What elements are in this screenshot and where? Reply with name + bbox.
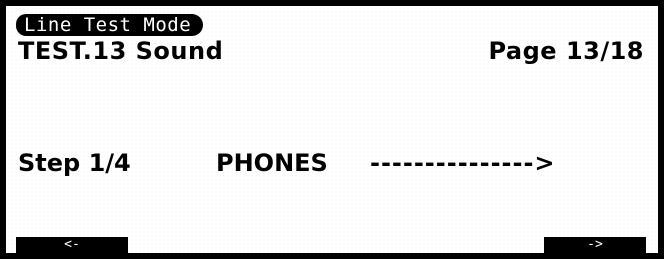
mode-badge: Line Test Mode — [16, 14, 204, 36]
step-row: Step 1/4 PHONES ---------------> — [18, 146, 638, 180]
page-indicator: Page 13/18 — [488, 37, 644, 65]
lcd-screen: Line Test Mode TEST.13 Sound Page 13/18 … — [0, 0, 664, 259]
output-device-label: PHONES — [216, 149, 328, 177]
signal-arrow: ---------------> — [370, 149, 556, 177]
test-title: TEST.13 Sound — [18, 37, 224, 65]
previous-page-button[interactable]: <- — [16, 237, 128, 253]
step-label: Step 1/4 — [18, 149, 131, 177]
next-page-button[interactable]: -> — [544, 237, 646, 253]
